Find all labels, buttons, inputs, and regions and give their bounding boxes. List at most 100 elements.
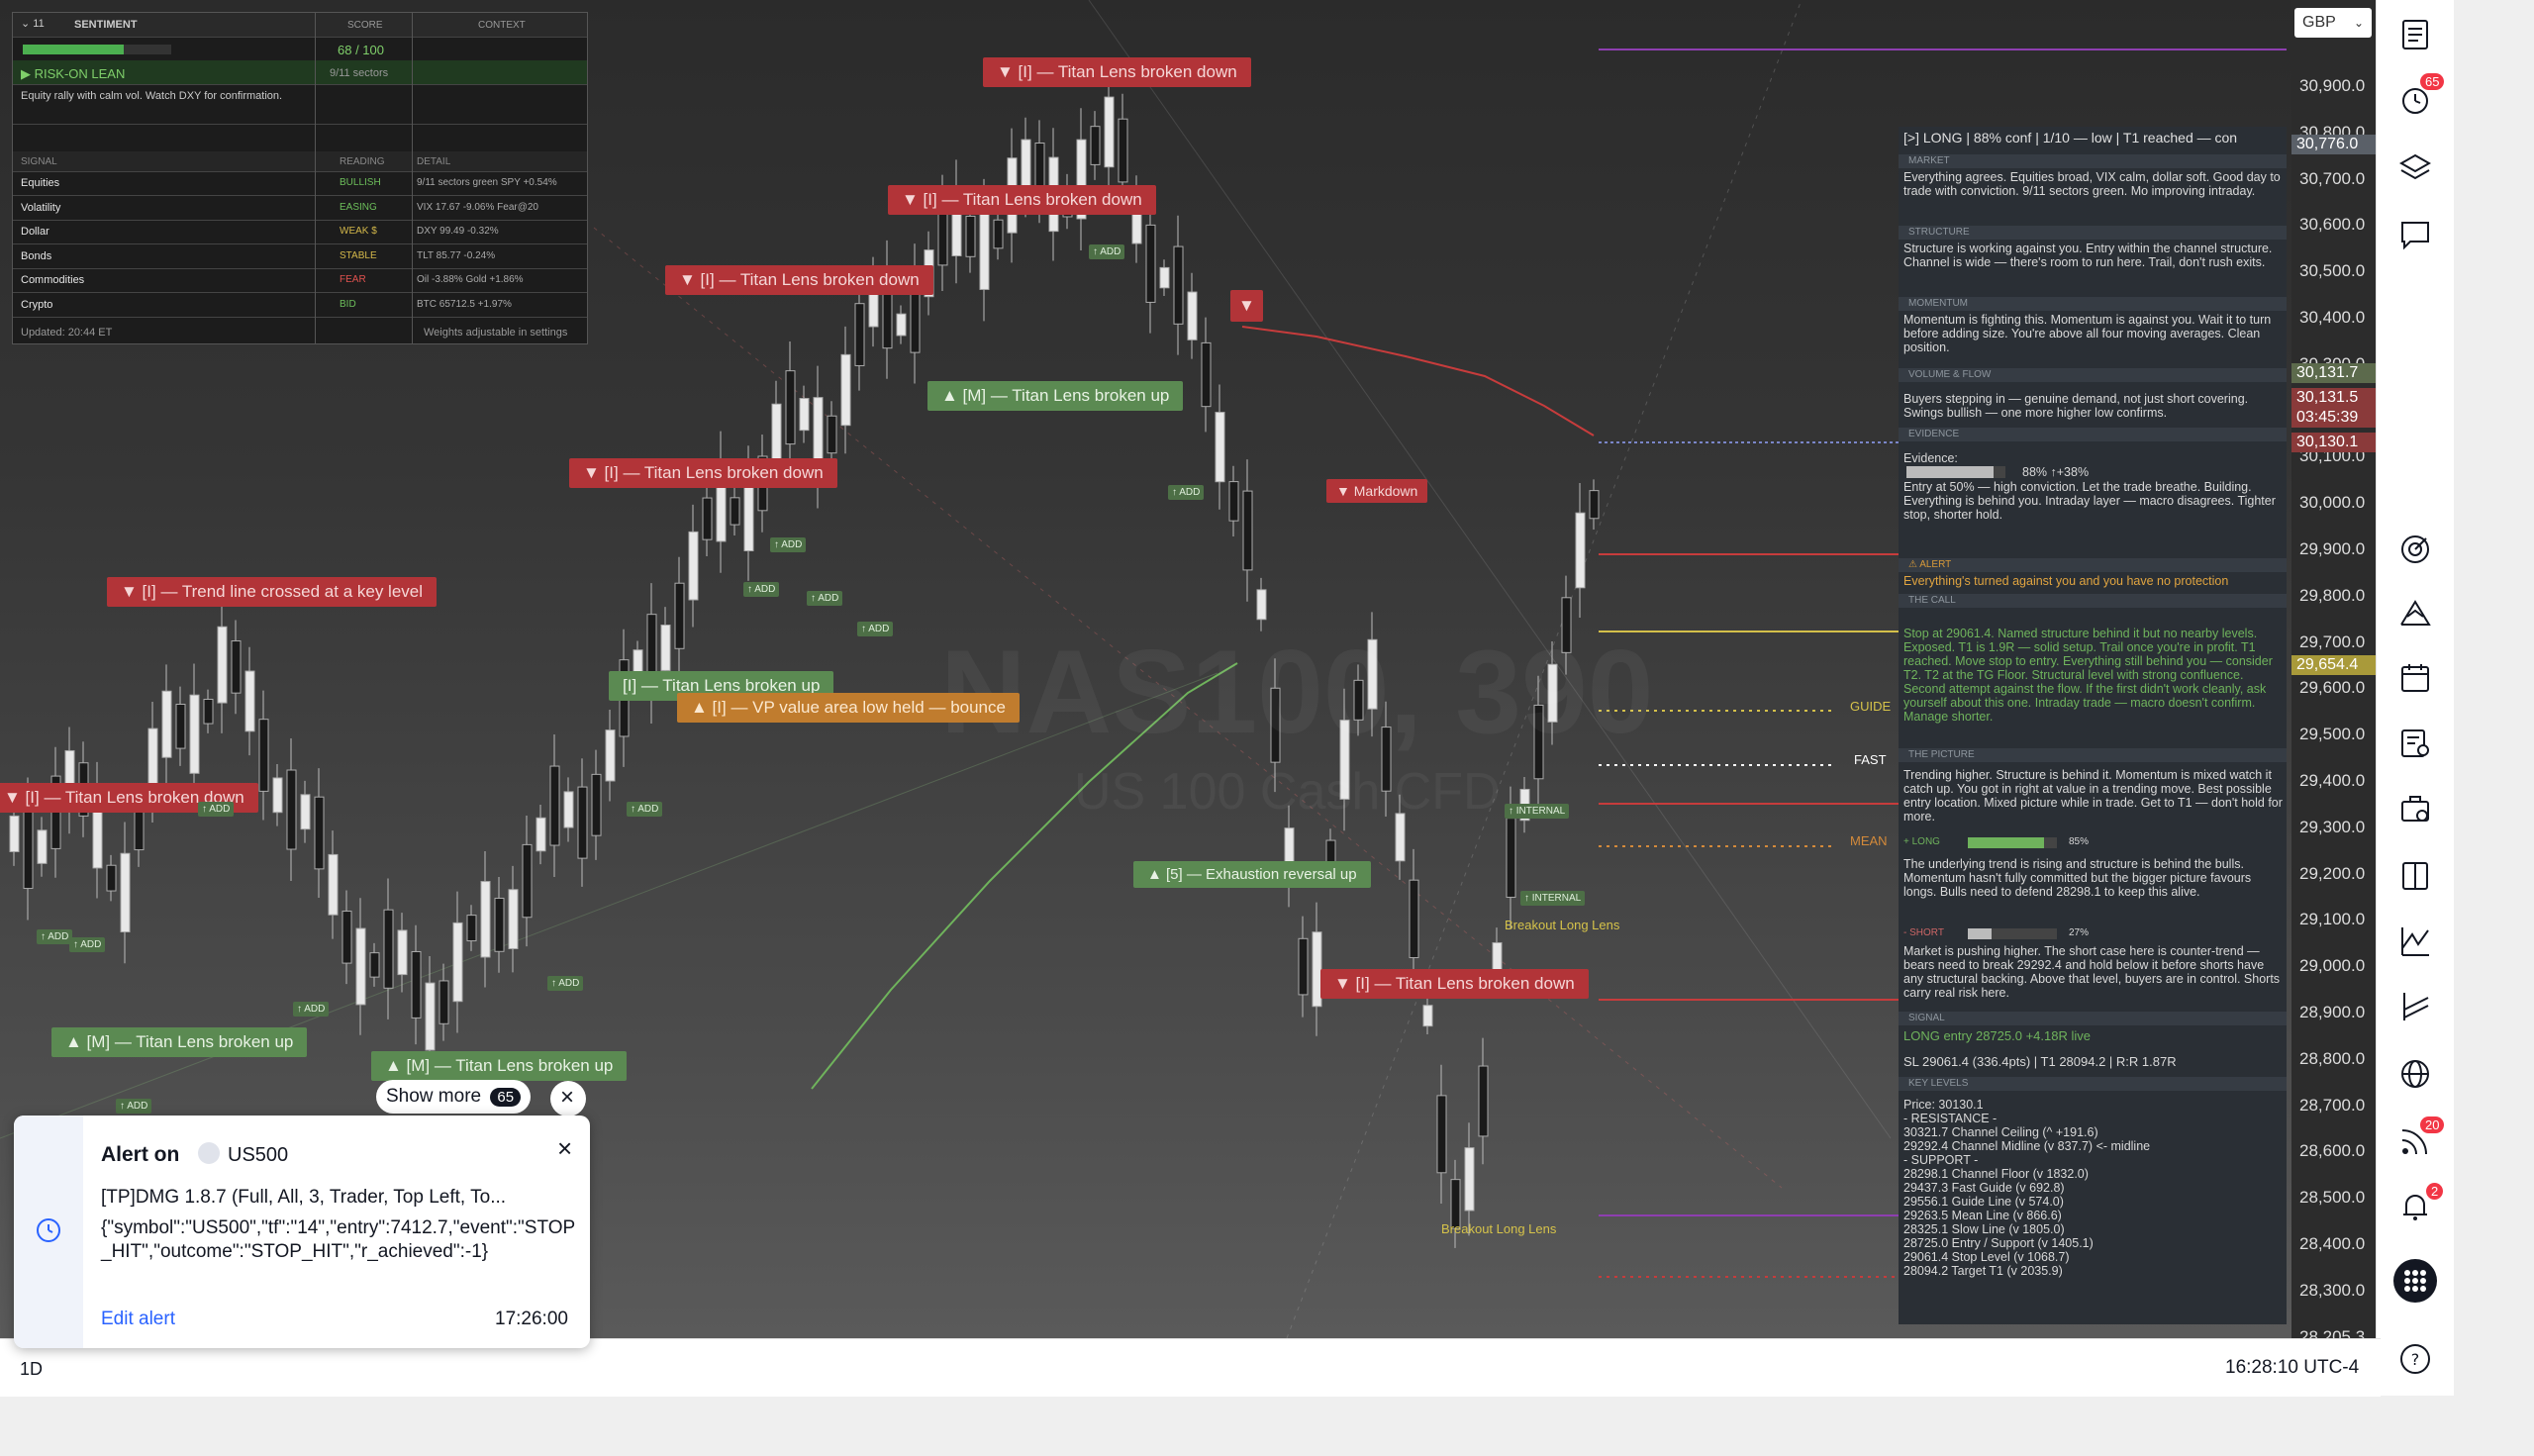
chat-icon[interactable]	[2398, 218, 2432, 251]
candle	[272, 777, 283, 814]
signal-label[interactable]: ▲ [M] — Titan Lens broken up	[51, 1027, 308, 1057]
signal-label[interactable]: ▼ [I] — Titan Lens broken down	[1320, 969, 1589, 999]
line-tool-icon[interactable]	[2398, 924, 2432, 958]
candle	[452, 922, 463, 1003]
close-icon: ×	[560, 1084, 575, 1111]
signal-label[interactable]: ▲ [M] — Titan Lens broken up	[927, 381, 1184, 411]
signal-label[interactable]: ▼ [I] — Titan Lens broken down	[983, 57, 1251, 87]
candle	[23, 809, 34, 890]
signal-detail: 9/11 sectors green SPY +0.54%	[417, 177, 557, 188]
currency-select[interactable]: GBP ⌄	[2294, 8, 2372, 38]
candle	[1506, 818, 1516, 899]
candle	[799, 398, 810, 432]
signal-label[interactable]: ▼	[1230, 290, 1263, 322]
regime-row: ▶ RISK-ON LEAN 9/11 sectors	[13, 60, 587, 85]
price-tick: 29,100.0	[2299, 910, 2366, 929]
interval-button[interactable]: 1D	[20, 1359, 43, 1380]
calendar-icon[interactable]	[2398, 661, 2432, 695]
candle	[106, 864, 117, 892]
sentiment-table: ⌄ 11 SENTIMENT SCORE CONTEXT 68 / 100 ▶ …	[12, 12, 588, 344]
candle	[189, 694, 200, 774]
candle	[633, 649, 643, 674]
signal-name: Volatility	[21, 201, 61, 214]
price-tick: 30,900.0	[2299, 76, 2366, 95]
close-alert-button[interactable]: ×	[557, 1133, 572, 1164]
candle	[1145, 224, 1156, 303]
evidence-value: 88% ↑+38%	[2022, 465, 2090, 479]
price-tick: 29,300.0	[2299, 817, 2366, 836]
candle	[1187, 291, 1198, 340]
dismiss-all-button[interactable]: ×	[550, 1081, 586, 1116]
support-level: 29263.5 Mean Line (v 866.6)	[1903, 1209, 2062, 1222]
col-signal: SIGNAL	[21, 156, 57, 167]
candle	[383, 909, 394, 989]
edit-alert-link[interactable]: Edit alert	[101, 1309, 175, 1330]
candle	[674, 582, 685, 649]
sentiment-row: Commodities FEAR Oil -3.88% Gold +1.86%	[13, 268, 587, 293]
signal-title: SIGNAL	[1899, 1012, 2287, 1025]
signal-label[interactable]: ▼ [I] — Trend line crossed at a key leve…	[107, 577, 438, 607]
add-marker: ↑ ADD	[627, 802, 663, 817]
signal-name: Commodities	[21, 274, 85, 286]
evidence-title: EVIDENCE	[1899, 428, 2287, 441]
support-level: 29437.3 Fast Guide (v 692.8)	[1903, 1181, 2065, 1195]
price-tick: 29,800.0	[2299, 585, 2366, 605]
show-more-button[interactable]: Show more 65	[376, 1080, 532, 1114]
signal-reading: EASING	[340, 201, 377, 213]
watchlist-icon[interactable]	[2398, 18, 2432, 51]
price-tick: 29,000.0	[2299, 956, 2366, 976]
apps-grid-icon[interactable]	[2393, 1259, 2437, 1303]
candle	[1464, 1147, 1475, 1212]
help-icon[interactable]: ?	[2398, 1342, 2432, 1376]
book-icon[interactable]	[2398, 859, 2432, 893]
clock-display[interactable]: 16:28:10 UTC-4	[2225, 1357, 2359, 1379]
collapse-icon[interactable]: ⌄ 11	[21, 17, 45, 30]
notifications-badge: 2	[2426, 1183, 2444, 1200]
briefcase-icon[interactable]	[2398, 792, 2432, 825]
globe-icon[interactable]	[2398, 1057, 2432, 1091]
candle	[827, 415, 837, 454]
signal-label[interactable]: ▼ [I] — Titan Lens broken down	[888, 185, 1156, 215]
signal-label[interactable]: ▼ Markdown	[1326, 479, 1428, 503]
add-marker: ↑ ADD	[198, 802, 235, 817]
signal-label[interactable]: ▼ [I] — Titan Lens broken down	[665, 265, 933, 295]
add-marker: ↑ ADD	[69, 937, 106, 952]
collapse-count: 11	[33, 18, 45, 30]
candle	[244, 670, 255, 732]
picture-text: Trending higher. Structure is behind it.…	[1903, 768, 2283, 824]
short-text: Market is pushing higher. The short case…	[1903, 944, 2281, 1000]
signal-label[interactable]: ▲ [I] — VP value area low held — bounce	[677, 693, 1020, 723]
pitchfork-icon[interactable]	[2398, 990, 2432, 1023]
support-level: 28325.1 Slow Line (v 1805.0)	[1903, 1222, 2065, 1236]
price-tick: 30,000.0	[2299, 493, 2366, 513]
price-axis[interactable]: 30,900.0 30,800.0 30,700.0 30,600.0 30,500.0…	[2291, 0, 2376, 1346]
candle	[854, 303, 865, 366]
candle	[1228, 481, 1239, 522]
price-tick: 29,900.0	[2299, 539, 2366, 558]
candle	[605, 729, 616, 782]
candle	[1575, 512, 1586, 589]
signal-label[interactable]: ▲ [5] — Exhaustion reversal up	[1133, 861, 1371, 888]
candle	[1173, 245, 1184, 325]
call-title: THE CALL	[1899, 594, 2287, 608]
sentiment-row: Dollar WEAK $ DXY 99.49 -0.32%	[13, 220, 587, 244]
price-tick: 30,700.0	[2299, 168, 2366, 188]
pine-icon[interactable]	[2398, 597, 2432, 631]
signal-label[interactable]: ▲ [M] — Titan Lens broken up	[371, 1051, 628, 1081]
candle	[1159, 266, 1170, 289]
signal-detail: BTC 65712.5 +1.97%	[417, 298, 512, 310]
news-icon[interactable]	[2398, 727, 2432, 760]
lens-label: Breakout Long Lens	[1441, 1221, 1557, 1236]
candle	[369, 952, 380, 978]
add-marker: ↑ ADD	[770, 537, 807, 552]
candle	[785, 370, 796, 445]
layers-icon[interactable]	[2398, 150, 2432, 184]
alert-symbol[interactable]: US500	[228, 1144, 288, 1167]
score-bar-fill	[23, 45, 124, 54]
alert-name: [TP]DMG 1.8.7 (Full, All, 3, Trader, Top…	[101, 1187, 507, 1208]
candle	[439, 980, 449, 1024]
updated-time: Updated: 20:44 ET	[21, 327, 113, 339]
col-detail: DETAIL	[417, 156, 451, 167]
target-icon[interactable]	[2398, 533, 2432, 566]
signal-label[interactable]: ▼ [I] — Titan Lens broken down	[569, 458, 837, 488]
